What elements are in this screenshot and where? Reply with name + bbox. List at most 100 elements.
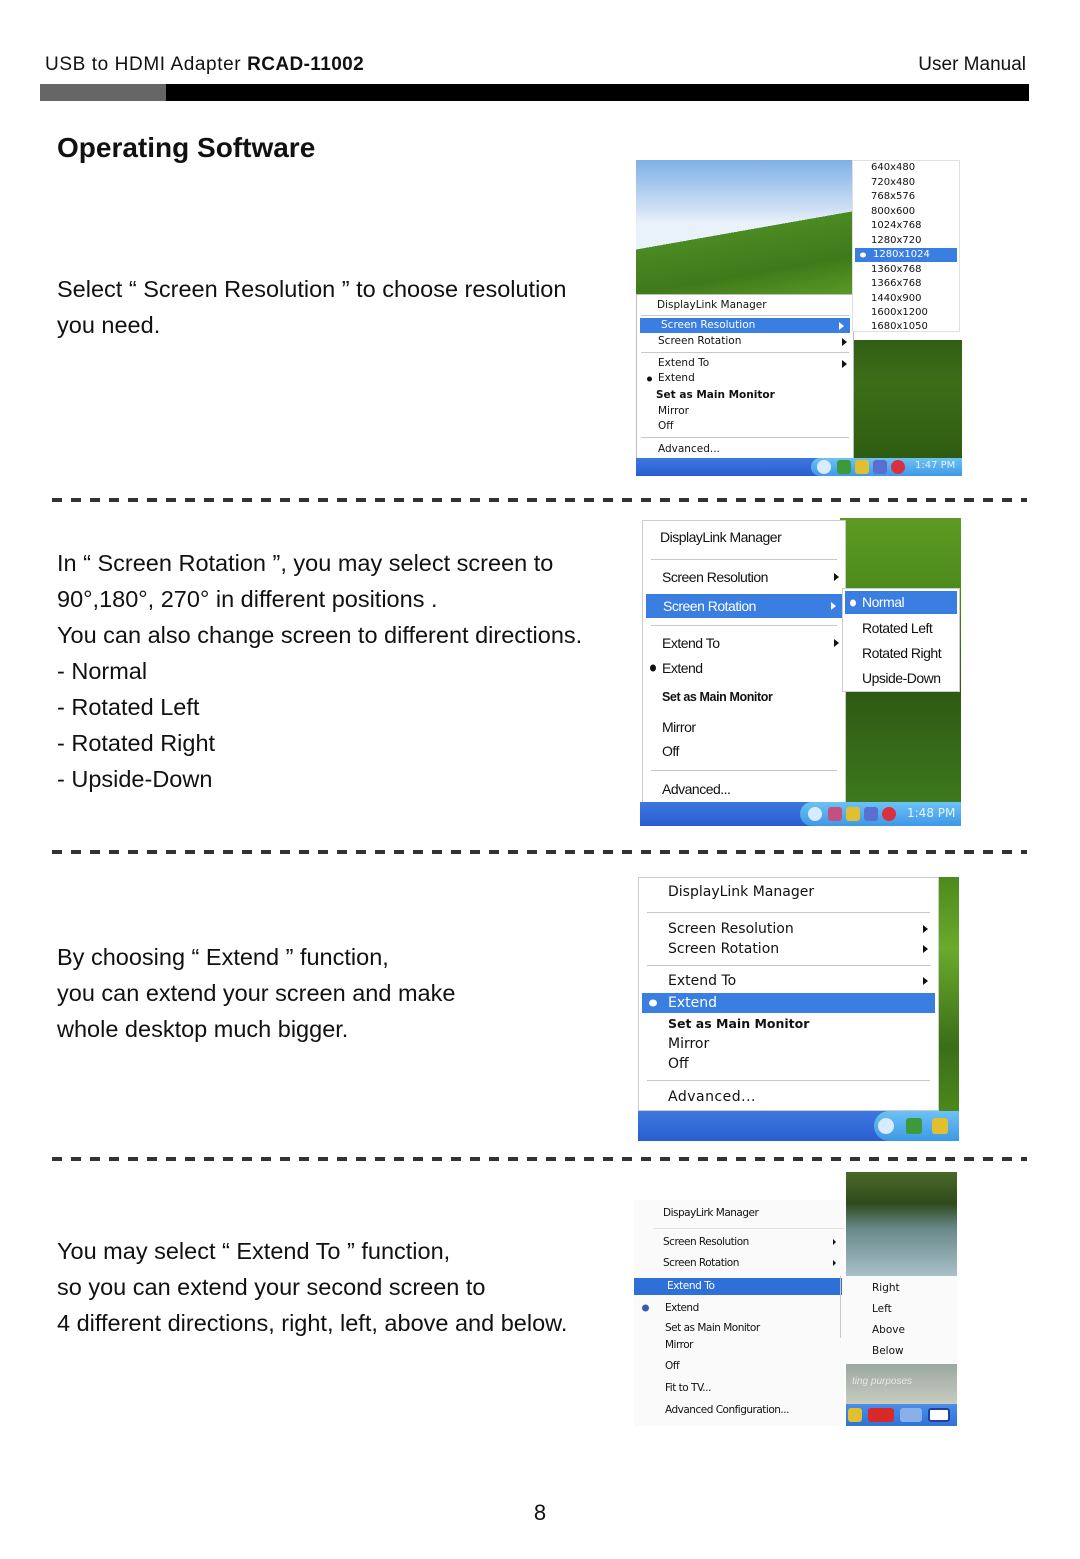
tray-ati-icon[interactable] <box>868 1408 894 1422</box>
menu-item-label: Extend <box>665 1302 699 1314</box>
resolution-option[interactable]: 768x576 <box>853 190 959 205</box>
system-tray <box>874 1111 959 1141</box>
menu-item-fit-to-tv[interactable]: Fit to TV... <box>634 1380 844 1397</box>
menu-item-off[interactable]: Off <box>637 419 853 434</box>
menu-item-label: Set as Main Monitor <box>668 1016 810 1031</box>
menu-item-extend[interactable]: Extend <box>643 658 845 678</box>
wallpaper-lake <box>846 1172 957 1276</box>
menu-item-off[interactable]: Off <box>639 1054 938 1074</box>
screenshot-screen-rotation: DisplayLink Manager Screen Resolution Sc… <box>640 518 961 826</box>
tray-displaylink-icon[interactable] <box>846 807 860 821</box>
menu-item-label: Off <box>658 420 674 432</box>
menu-item-extend-to[interactable]: Extend To <box>634 1278 844 1295</box>
tray-connection-icon[interactable] <box>900 1408 922 1422</box>
menu-item-screen-resolution[interactable]: Screen Resolution <box>634 1233 844 1251</box>
menu-item-label: Screen Rotation <box>658 335 742 347</box>
tray-expand-icon[interactable] <box>808 807 822 821</box>
direction-option[interactable]: Above <box>842 1321 957 1339</box>
text-line: Select “ Screen Resolution ” to choose r… <box>57 276 567 302</box>
menu-item-mirror[interactable]: Mirror <box>634 1337 844 1353</box>
menu-item-off[interactable]: Off <box>643 741 845 761</box>
menu-item-extend[interactable]: Extend <box>637 371 853 386</box>
context-menu: DisplayLink Manager Screen Resolution Sc… <box>642 520 846 806</box>
rotation-option[interactable]: Rotated Left <box>843 617 959 639</box>
tray-displaylink-icon[interactable] <box>848 1408 862 1422</box>
section-divider <box>52 498 1027 502</box>
menu-item-screen-rotation[interactable]: Screen Rotation <box>637 334 853 349</box>
tray-connection-icon[interactable] <box>873 460 887 474</box>
direction-option[interactable]: Right <box>842 1279 957 1297</box>
tray-displaylink-icon[interactable] <box>932 1118 948 1134</box>
resolution-option-selected[interactable]: 1280x1024 <box>855 248 957 262</box>
tray-display-icon[interactable] <box>928 1408 950 1422</box>
resolution-option[interactable]: 1440x900 <box>853 292 959 307</box>
tray-expand-icon[interactable] <box>817 460 831 474</box>
radio-bullet-icon <box>642 1304 649 1312</box>
direction-option[interactable]: Below <box>842 1342 957 1360</box>
menu-title: DisplayLink Manager <box>657 299 767 311</box>
menu-item-set-as-main-monitor[interactable]: Set as Main Monitor <box>634 1321 844 1336</box>
resolution-option[interactable]: 1680x1050 <box>853 321 959 334</box>
header-product-name: USB to HDMI Adapter <box>45 54 242 75</box>
menu-item-screen-resolution[interactable]: Screen Resolution <box>643 567 845 587</box>
rotation-option[interactable]: Rotated Right <box>843 642 959 664</box>
menu-item-label: Advanced... <box>662 781 731 797</box>
tray-security-icon[interactable] <box>882 807 896 821</box>
resolution-label: 1280x1024 <box>873 249 930 260</box>
menu-item-screen-resolution[interactable]: Screen Resolution <box>640 318 850 333</box>
resolution-option[interactable]: 720x480 <box>853 176 959 191</box>
menu-item-screen-rotation[interactable]: Screen Rotation <box>646 594 842 618</box>
radio-bullet-icon <box>649 999 657 1007</box>
rotation-option-selected[interactable]: Normal <box>845 591 957 614</box>
resolution-option[interactable]: 640x480 <box>853 161 959 176</box>
menu-item-mirror[interactable]: Mirror <box>639 1034 938 1054</box>
menu-item-extend-to[interactable]: Extend To <box>643 633 845 653</box>
submenu-arrow-icon <box>834 639 839 647</box>
tray-network-icon[interactable] <box>837 460 851 474</box>
menu-item-mirror[interactable]: Mirror <box>643 717 845 737</box>
menu-item-mirror[interactable]: Mirror <box>637 404 853 419</box>
text-line: you need. <box>57 312 161 338</box>
menu-item-label: Mirror <box>668 1036 710 1052</box>
text-line: - Rotated Right <box>57 730 216 756</box>
menu-item-label: Extend <box>668 995 717 1011</box>
direction-option[interactable]: Left <box>842 1300 957 1318</box>
menu-item-set-as-main-monitor[interactable]: Set as Main Monitor <box>637 388 853 403</box>
menu-item-extend-to[interactable]: Extend To <box>637 356 853 371</box>
text-line: - Normal <box>57 658 148 684</box>
tray-displaylink-icon[interactable] <box>855 460 869 474</box>
menu-item-label: Set as Main Monitor <box>656 389 775 401</box>
menu-item-set-as-main-monitor[interactable]: Set as Main Monitor <box>639 1014 938 1034</box>
menu-item-advanced[interactable]: Advanced... <box>643 779 845 799</box>
menu-item-label: Extend To <box>662 635 720 651</box>
menu-item-set-as-main-monitor[interactable]: Set as Main Monitor <box>643 687 845 707</box>
text-line: You may select “ Extend To ” function, <box>57 1238 451 1264</box>
resolution-option[interactable]: 1360x768 <box>853 263 959 278</box>
menu-item-screen-rotation[interactable]: Screen Rotation <box>639 939 938 959</box>
header-model: RCAD-11002 <box>247 54 365 75</box>
rotation-option[interactable]: Upside-Down <box>843 667 959 689</box>
menu-item-screen-rotation[interactable]: Screen Rotation <box>634 1254 844 1272</box>
resolution-option[interactable]: 1366x768 <box>853 277 959 292</box>
resolution-option[interactable]: 1280x720 <box>853 234 959 249</box>
text-line: - Rotated Left <box>57 694 200 720</box>
resolution-option[interactable]: 1600x1200 <box>853 306 959 321</box>
menu-item-off[interactable]: Off <box>634 1358 844 1375</box>
tray-connection-icon[interactable] <box>864 807 878 821</box>
tray-clock: 1:47 PM <box>915 460 956 471</box>
menu-item-advanced[interactable]: Advanced... <box>637 441 853 457</box>
menu-item-extend[interactable]: Extend <box>634 1299 844 1317</box>
tray-network-icon[interactable] <box>906 1118 922 1134</box>
resolution-option[interactable]: 800x600 <box>853 205 959 220</box>
menu-item-advanced-configuration[interactable]: Advanced Configuration... <box>634 1402 844 1419</box>
tray-expand-icon[interactable] <box>878 1118 894 1134</box>
resolution-option[interactable]: 1024x768 <box>853 219 959 234</box>
menu-item-advanced[interactable]: Advanced... <box>639 1087 938 1107</box>
menu-item-extend-to[interactable]: Extend To <box>639 971 938 991</box>
submenu-arrow-icon <box>842 359 847 368</box>
menu-item-extend[interactable]: Extend <box>642 993 935 1013</box>
tray-security-icon[interactable] <box>891 460 905 474</box>
menu-item-screen-resolution[interactable]: Screen Resolution <box>639 919 938 939</box>
tray-app-icon[interactable] <box>828 807 842 821</box>
menu-item-label: Off <box>662 743 679 759</box>
